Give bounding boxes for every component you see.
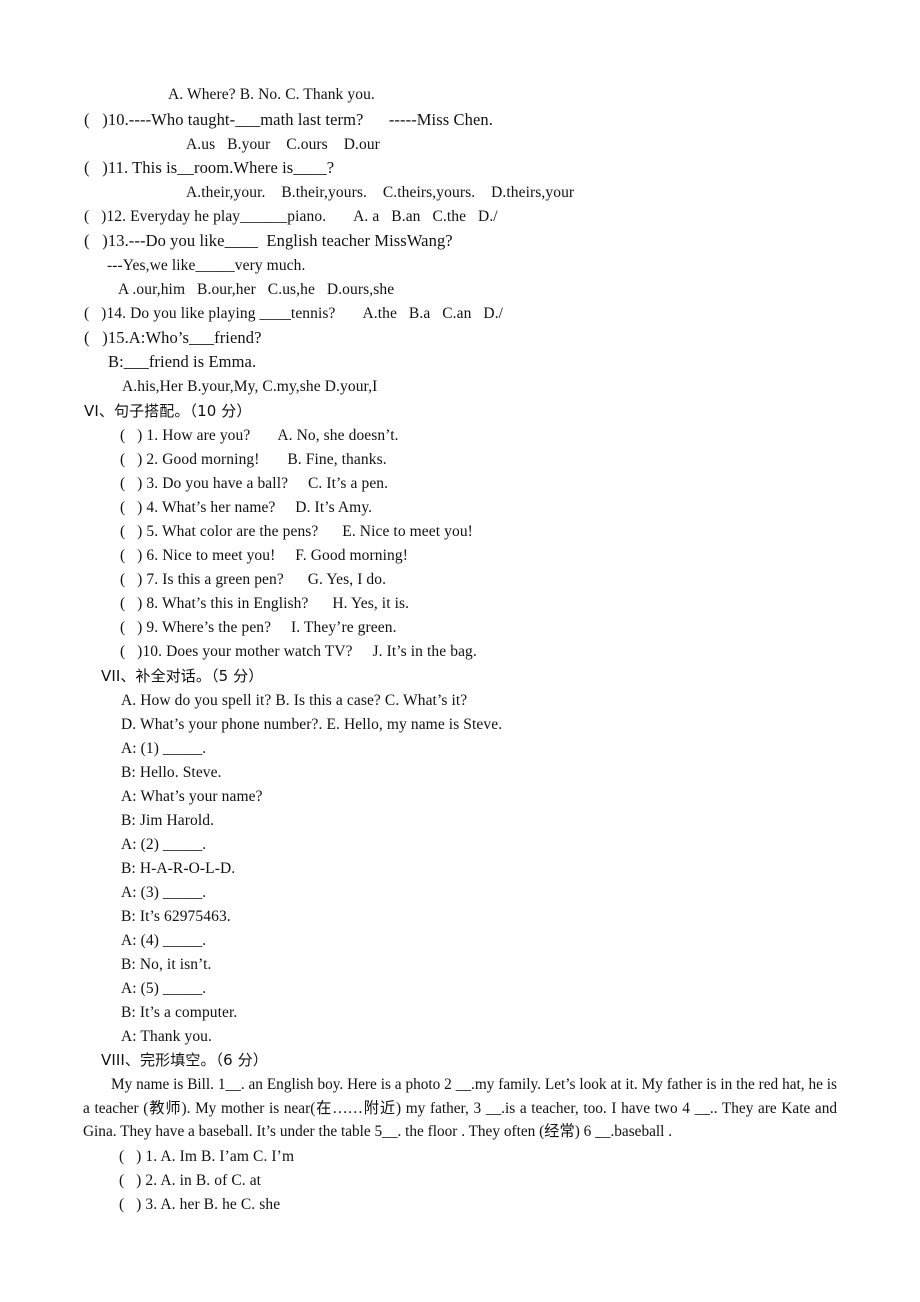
mc-item-12-stem: ( )12. Everyday he play______piano. A. a… <box>84 208 498 225</box>
dialogue-line-7: A: (3) _____. <box>121 884 207 901</box>
matching-row-8: ( ) 8. What’s this in English? H. Yes, i… <box>120 595 410 612</box>
mc-item-10-stem: ( )10.----Who taught-___math last term? … <box>84 110 493 129</box>
section-vii-heading: VII、补全对话。（5 分） <box>101 667 264 685</box>
section-vii-choices-line-2: D. What’s your phone number?. E. Hello, … <box>121 716 503 733</box>
dialogue-line-10: B: No, it isn’t. <box>121 956 212 973</box>
dialogue-line-8: B: It’s 62975463. <box>121 908 231 925</box>
mc-item-13-stem: ( )13.---Do you like____ English teacher… <box>84 231 453 250</box>
mc-item-15-stem-continued: B:___friend is Emma. <box>108 352 257 371</box>
dialogue-line-6: B: H-A-R-O-L-D. <box>121 860 236 877</box>
cloze-passage: My name is Bill. 1__. an English boy. He… <box>83 1076 837 1140</box>
section-vi-heading: VI、句子搭配。（10 分） <box>84 402 252 420</box>
mc-item-13-stem-continued: ---Yes,we like_____very much. <box>107 257 306 274</box>
carryover-options-line: A. Where? B. No. C. Thank you. <box>168 86 375 103</box>
dialogue-line-11: A: (5) _____. <box>121 980 207 997</box>
mc-item-10-options: A.us B.your C.ours D.our <box>186 136 380 153</box>
mc-item-11-options: A.their,your. B.their,yours. C.theirs,yo… <box>186 184 575 201</box>
matching-row-4: ( ) 4. What’s her name? D. It’s Amy. <box>120 499 373 516</box>
matching-row-3: ( ) 3. Do you have a ball? C. It’s a pen… <box>120 475 389 492</box>
dialogue-line-4: B: Jim Harold. <box>121 812 215 829</box>
cloze-question-2: ( ) 2. A. in B. of C. at <box>119 1172 262 1189</box>
dialogue-line-12: B: It’s a computer. <box>121 1004 238 1021</box>
dialogue-line-13: A: Thank you. <box>121 1028 212 1045</box>
matching-row-5: ( ) 5. What color are the pens? E. Nice … <box>120 523 473 540</box>
matching-row-7: ( ) 7. Is this a green pen? G. Yes, I do… <box>120 571 387 588</box>
section-viii-heading: VIII、完形填空。（6 分） <box>101 1051 268 1069</box>
mc-item-15-stem: ( )15.A:Who’s___friend? <box>84 328 262 347</box>
dialogue-line-5: A: (2) _____. <box>121 836 207 853</box>
mc-item-13-options: A .our,him B.our,her C.us,he D.ours,she <box>118 281 395 298</box>
matching-row-10: ( )10. Does your mother watch TV? J. It’… <box>120 643 477 660</box>
exam-page: A. Where? B. No. C. Thank you. ( )10.---… <box>0 0 920 1302</box>
dialogue-line-1: A: (1) _____. <box>121 740 207 757</box>
matching-row-6: ( ) 6. Nice to meet you! F. Good morning… <box>120 547 409 564</box>
mc-item-15-options: A.his,Her B.your,My, C.my,she D.your,I <box>122 378 378 395</box>
dialogue-line-9: A: (4) _____. <box>121 932 207 949</box>
matching-row-1: ( ) 1. How are you? A. No, she doesn’t. <box>120 427 399 444</box>
dialogue-line-3: A: What’s your name? <box>121 788 263 805</box>
mc-item-11-stem: ( )11. This is__room.Where is____? <box>84 158 335 177</box>
section-vii-choices-line-1: A. How do you spell it? B. Is this a cas… <box>121 692 468 709</box>
dialogue-line-2: B: Hello. Steve. <box>121 764 222 781</box>
matching-row-9: ( ) 9. Where’s the pen? I. They’re green… <box>120 619 397 636</box>
cloze-question-1: ( ) 1. A. Im B. I’am C. I’m <box>119 1148 295 1165</box>
cloze-question-3: ( ) 3. A. her B. he C. she <box>119 1196 281 1213</box>
mc-item-14-stem: ( )14. Do you like playing ____tennis? A… <box>84 305 504 322</box>
matching-row-2: ( ) 2. Good morning! B. Fine, thanks. <box>120 451 387 468</box>
